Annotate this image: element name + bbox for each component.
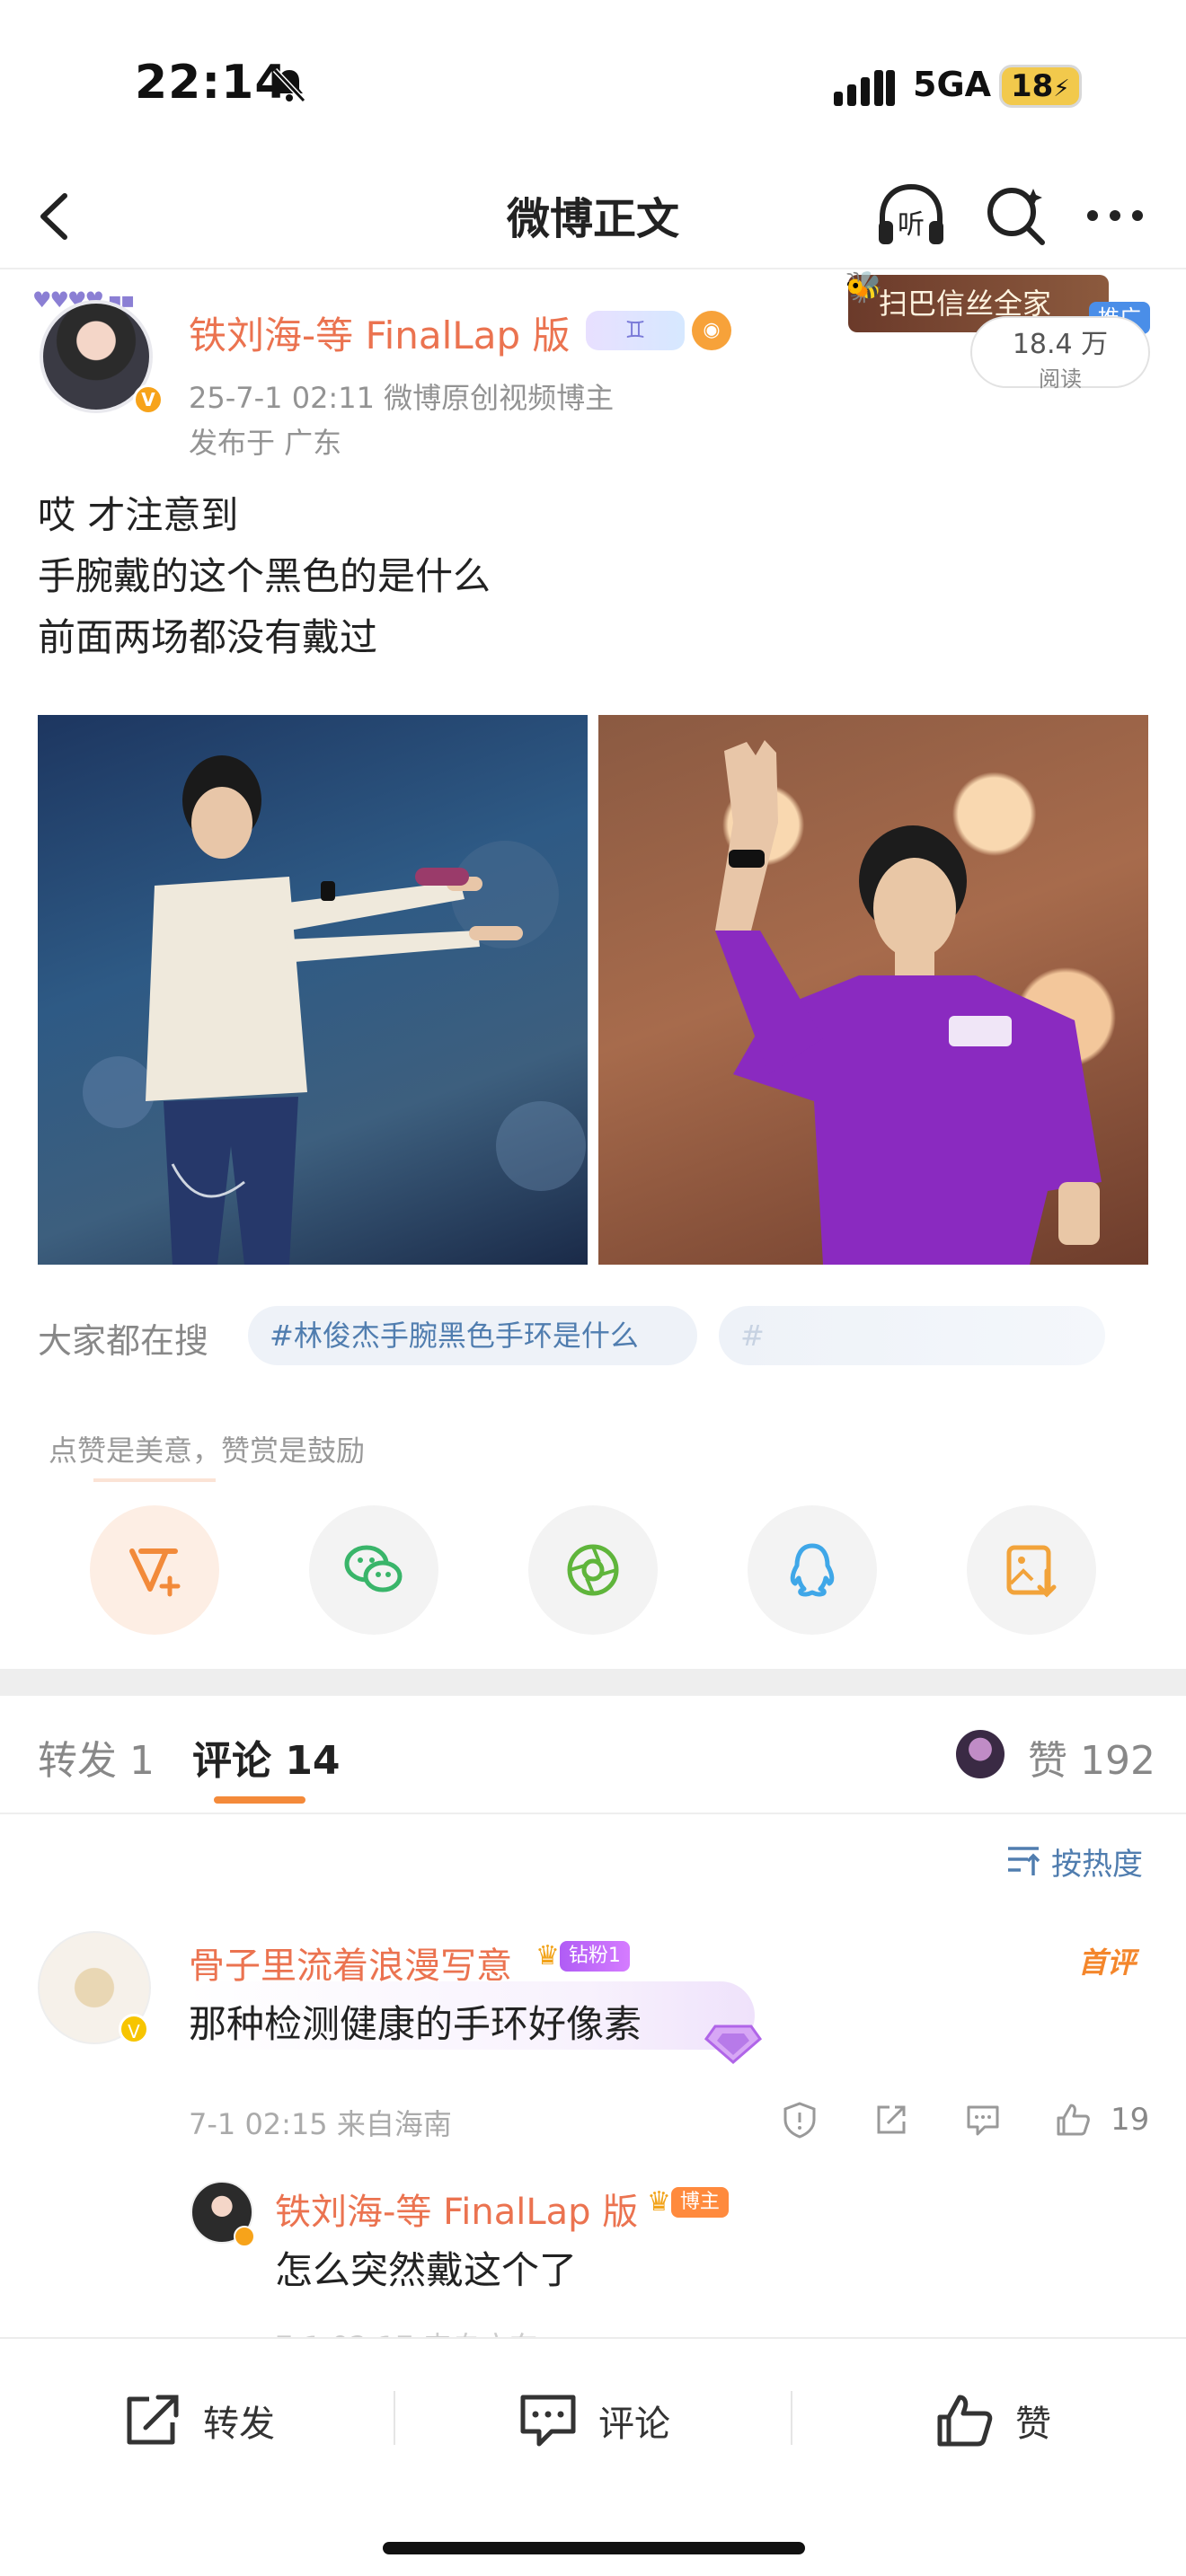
post-line: 哎 才注意到 (38, 493, 239, 537)
comment-like-count: 19 (1111, 2102, 1150, 2138)
like-button[interactable]: 赞 (934, 2389, 1051, 2452)
search-icon[interactable] (981, 181, 1049, 250)
battery-level: 18 (1011, 68, 1054, 104)
repost-label: 转发 (203, 2404, 275, 2445)
reward-button[interactable] (90, 1505, 219, 1635)
verified-badge-icon: V (119, 2014, 149, 2044)
sort-button[interactable]: 按热度 (1051, 1839, 1143, 1883)
comment-button[interactable]: 评论 (518, 2389, 670, 2452)
like-icon (937, 2395, 993, 2447)
post-image-1[interactable] (38, 715, 588, 1265)
gem-decoration-icon (704, 2025, 763, 2064)
repost-icon (127, 2395, 179, 2445)
reply-author-name[interactable]: 铁刘海-等 FinalLap 版 (275, 2183, 638, 2235)
post-location: 发布于 广东 (189, 426, 342, 460)
sort-icon (1008, 1847, 1040, 1875)
tab-likes[interactable]: 赞 192 (1028, 1728, 1155, 1786)
fan-badge-label: 钻粉1 (559, 1940, 630, 1972)
comment-text: 那种检测健康的手环好像素 (189, 2002, 642, 2046)
author-tags: ♊ ◉ (586, 311, 731, 354)
trending-search-chip[interactable]: # (719, 1306, 1105, 1365)
bar-separator (791, 2391, 792, 2445)
reads-count: 18.4 万 (1012, 329, 1109, 360)
section-divider (0, 1669, 1186, 1696)
active-tab-indicator (214, 1796, 305, 1804)
like-comment-icon[interactable] (1053, 2100, 1093, 2139)
nav-header: 微博正文 听 (0, 162, 1186, 269)
status-bar: 22:14 5GA 18⚡ (0, 0, 1186, 162)
report-icon[interactable] (780, 2100, 819, 2139)
comment-label: 评论 (598, 2404, 670, 2445)
repost-button[interactable]: 转发 (122, 2389, 275, 2452)
listen-label: 听 (898, 209, 925, 241)
listen-icon[interactable]: 听 (873, 181, 949, 250)
post-meta: 25-7-1 02:11 微博原创视频博主 (189, 381, 615, 415)
post-line: 前面两场都没有戴过 (38, 615, 378, 659)
wechat-icon (344, 1545, 403, 1592)
performer-purple-shirt-illustration (715, 740, 1102, 1265)
signal-icon (834, 70, 895, 106)
bee-icon: 🐝 (845, 269, 883, 305)
status-time: 22:14 (135, 56, 288, 110)
bar-separator (394, 2391, 395, 2445)
save-image-button[interactable] (967, 1505, 1096, 1635)
share-comment-icon[interactable] (872, 2100, 911, 2139)
trending-search-label: 大家都在搜 (38, 1321, 209, 1361)
tab-comment[interactable]: 评论 14 (192, 1728, 341, 1786)
tab-repost[interactable]: 转发 1 (38, 1728, 155, 1786)
tabs-divider (0, 1813, 1186, 1814)
reply-text: 怎么突然戴这个了 (275, 2248, 578, 2292)
fish-badge-icon: ◉ (692, 311, 731, 350)
reply-icon[interactable] (963, 2100, 1003, 2139)
zodiac-badge: ♊ (586, 311, 685, 350)
fan-level-badge: ♛ 钻粉1 (535, 1940, 630, 1976)
owner-tag: ♛ 博主 (647, 2186, 729, 2222)
comment-meta: 7-1 02:15 来自海南 (189, 2107, 452, 2141)
author-avatar-wrap[interactable]: ♥♥♥♥ ▪▪ V (32, 287, 167, 422)
performer-white-shirt-illustration (83, 755, 586, 1265)
post-image-2[interactable] (598, 715, 1148, 1265)
liker-avatar[interactable] (956, 1730, 1005, 1778)
save-image-icon (1006, 1545, 1057, 1598)
bell-off-icon (272, 67, 306, 103)
charging-icon: ⚡ (1053, 75, 1070, 102)
crown-icon: ♛ (535, 1940, 560, 1972)
author-name[interactable]: 铁刘海-等 FinalLap 版 (189, 305, 570, 360)
network-type: 5GA (913, 65, 992, 104)
verified-badge-icon: V (133, 384, 164, 415)
moments-icon (567, 1544, 619, 1596)
verified-badge-icon (234, 2226, 255, 2247)
reward-hint-underline (93, 1478, 216, 1482)
crown-icon: ♛ (647, 2186, 671, 2218)
battery-indicator: 18⚡ (999, 65, 1082, 108)
reward-icon (129, 1548, 181, 1597)
share-moments-button[interactable] (528, 1505, 658, 1635)
share-wechat-button[interactable] (309, 1505, 438, 1635)
first-comment-tag: 首评 (1078, 1945, 1137, 1980)
bottom-action-bar: 转发 评论 赞 (0, 2337, 1186, 2576)
reads-label: 阅读 (1039, 366, 1082, 392)
owner-badge-label: 博主 (670, 2186, 729, 2218)
reward-hint: 点赞是美意，赞赏是鼓励 (49, 1434, 366, 1468)
more-icon[interactable] (1084, 198, 1146, 234)
reads-counter: 18.4 万 阅读 (970, 316, 1150, 392)
qq-icon (790, 1543, 835, 1597)
post-text: 哎 才注意到 手腕戴的这个黑色的是什么 前面两场都没有戴过 (38, 485, 491, 668)
share-qq-button[interactable] (748, 1505, 877, 1635)
post-line: 手腕戴的这个黑色的是什么 (38, 554, 491, 598)
like-label: 赞 (1015, 2404, 1051, 2445)
home-indicator[interactable] (383, 2542, 805, 2554)
comment-icon (520, 2395, 576, 2447)
trending-search-chip[interactable]: #林俊杰手腕黑色手环是什么 (248, 1306, 697, 1365)
